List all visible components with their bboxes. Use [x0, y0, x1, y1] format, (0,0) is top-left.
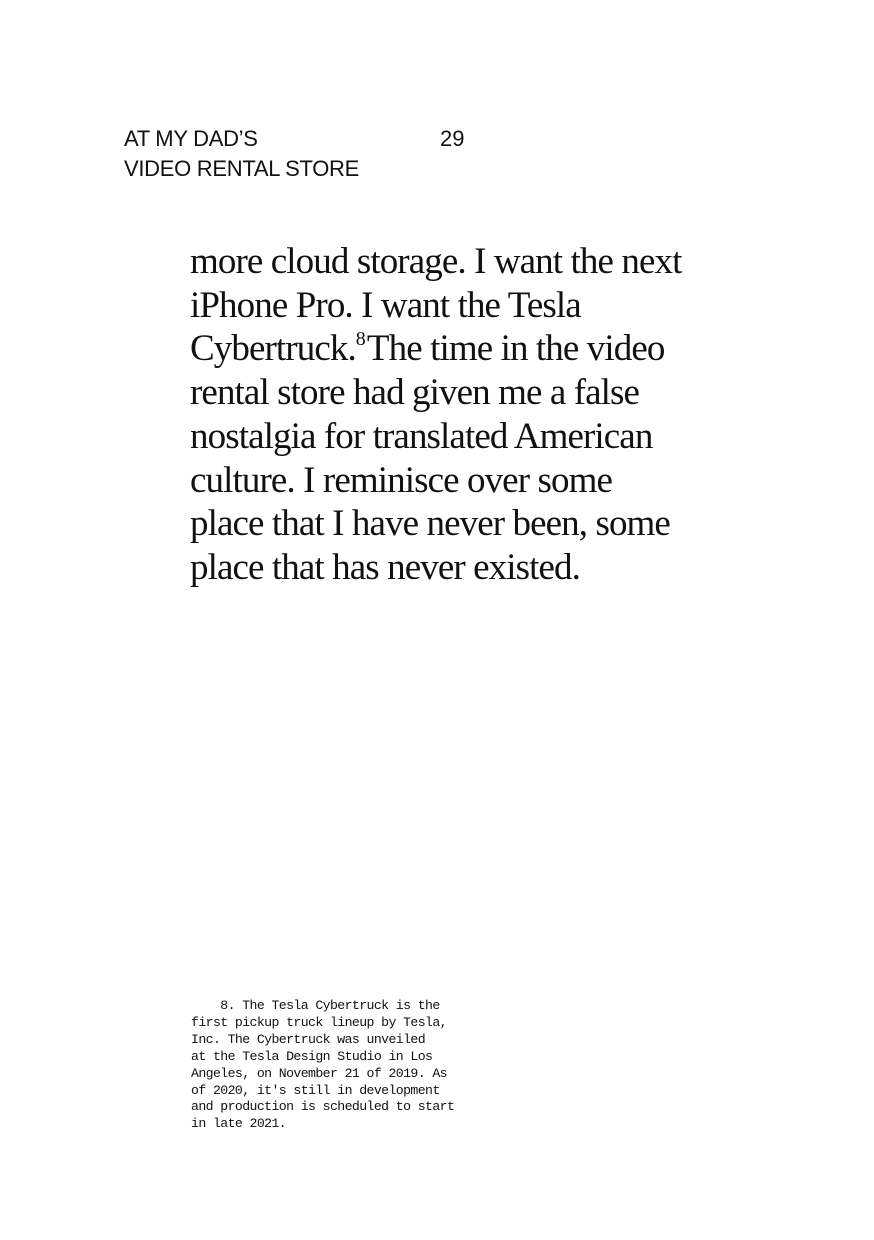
body-line-segment: Cybertruck.	[190, 328, 357, 370]
body-line: place that has never existed.	[190, 546, 581, 588]
body-line: nostalgia for translated American	[190, 415, 653, 457]
running-head: AT MY DAD’S VIDEO RENTAL STORE	[124, 124, 359, 184]
body-line: more cloud storage. I want the next	[190, 241, 682, 282]
footnote-line: first pickup truck lineup by Tesla,	[191, 1014, 448, 1030]
body-line: iPhone Pro. I want the Tesla	[190, 284, 582, 326]
footnote-line: at the Tesla Design Studio in Los	[191, 1048, 433, 1064]
body-line: culture. I reminisce over some	[190, 459, 613, 501]
body-line: Cybertruck.8The time in the video	[190, 327, 750, 371]
footnote-line: in late 2021.	[191, 1116, 287, 1132]
footnote-reference[interactable]: 8	[356, 328, 366, 350]
running-head-line-2: VIDEO RENTAL STORE	[124, 156, 360, 181]
footnote-line: Inc. The Cybertruck was unveiled	[191, 1031, 426, 1047]
body-text: more cloud storage. I want the next iPho…	[190, 240, 750, 590]
footnote-line: 8. The Tesla Cybertruck is the	[191, 998, 440, 1013]
page-number: 29	[440, 126, 465, 151]
running-head-line-1: AT MY DAD’S	[124, 126, 258, 151]
footnote: 8. The Tesla Cybertruck is the first pic…	[191, 998, 455, 1133]
footnote-line: of 2020, it's still in development	[191, 1082, 440, 1098]
body-line: place that I have never been, some	[190, 503, 671, 545]
body-line: rental store had given me a false	[190, 372, 640, 414]
footnote-line: Angeles, on November 21 of 2019. As	[191, 1065, 448, 1081]
body-line-segment: The time in the video	[366, 328, 665, 370]
footnote-line: and production is scheduled to start	[191, 1099, 455, 1115]
